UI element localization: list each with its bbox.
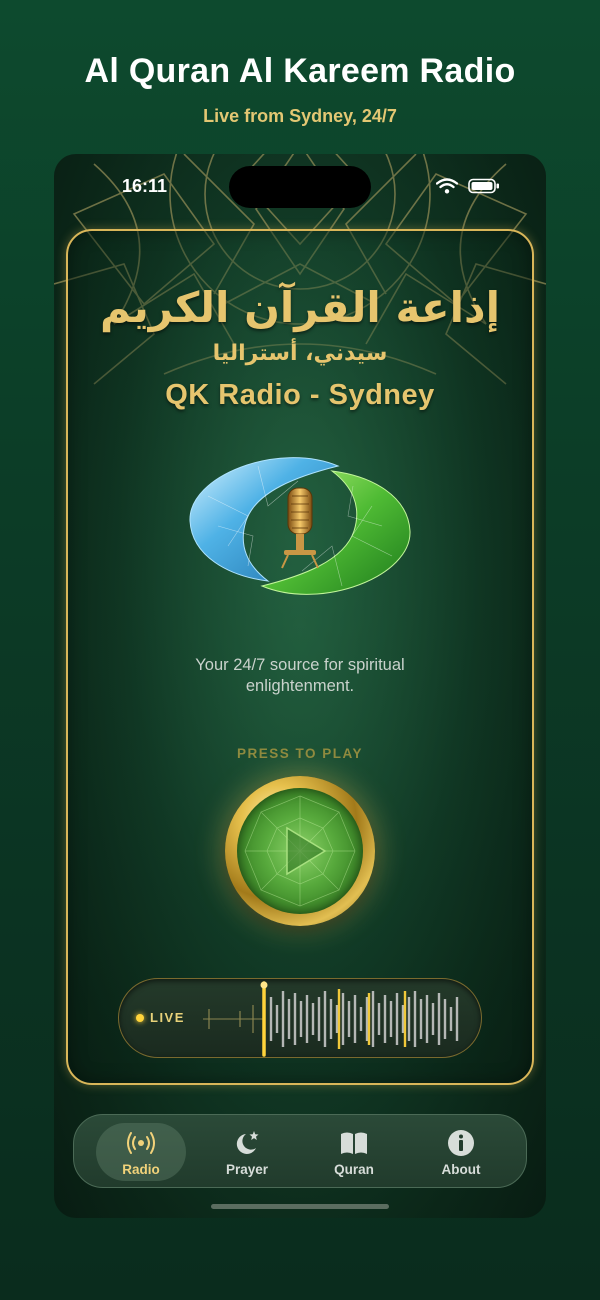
- live-stream-bar: LIVE: [118, 978, 482, 1058]
- radio-icon: [127, 1132, 155, 1154]
- live-indicator-dot: [136, 1014, 144, 1022]
- tab-label: About: [441, 1162, 481, 1177]
- tab-quran[interactable]: Quran: [309, 1123, 399, 1181]
- tab-label: Quran: [334, 1162, 374, 1177]
- play-icon: [244, 795, 356, 907]
- battery-icon: [468, 178, 499, 194]
- station-name: QK Radio - Sydney: [165, 379, 435, 411]
- wifi-icon: [436, 178, 458, 194]
- live-label: LIVE: [150, 1010, 185, 1025]
- tab-radio[interactable]: Radio: [96, 1123, 186, 1181]
- phone-screen: 16:11 إذاعة القرآن الكريم سيدني، أسترالي…: [54, 154, 546, 1218]
- promo-title: Al Quran Al Kareem Radio: [84, 52, 516, 90]
- tab-bar: Radio Prayer Quran About: [73, 1114, 527, 1188]
- audio-waveform: [203, 981, 459, 1057]
- status-time: 16:11: [122, 176, 168, 196]
- tab-prayer[interactable]: Prayer: [202, 1123, 292, 1181]
- info-icon: [448, 1130, 474, 1156]
- promo-subtitle: Live from Sydney, 24/7: [203, 106, 397, 126]
- arabic-title: إذاعة القرآن الكريم: [100, 283, 500, 332]
- tagline: Your 24/7 source for spiritual enlighten…: [195, 656, 405, 695]
- emerald-gem: [237, 788, 363, 914]
- gem-logo: [189, 457, 411, 595]
- arabic-subtitle: سيدني، أستراليا: [212, 341, 388, 366]
- tab-label: Prayer: [225, 1162, 269, 1177]
- play-button[interactable]: [225, 776, 375, 926]
- moon-star-icon: [236, 1131, 259, 1154]
- press-to-play-label: PRESS TO PLAY: [236, 746, 364, 761]
- book-icon: [341, 1132, 367, 1154]
- tab-label: Radio: [122, 1162, 160, 1177]
- tab-about[interactable]: About: [416, 1123, 506, 1181]
- dynamic-island: [229, 166, 371, 208]
- radio-card: إذاعة القرآن الكريم سيدني، أستراليا QK R…: [66, 229, 534, 1085]
- home-indicator[interactable]: [211, 1204, 389, 1209]
